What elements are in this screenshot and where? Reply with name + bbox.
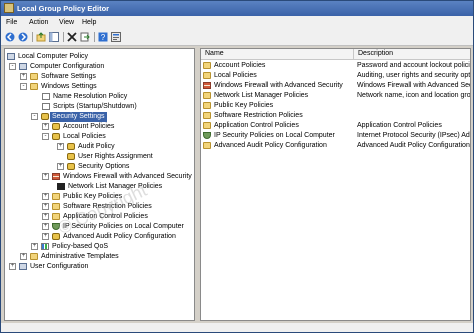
svg-text:?: ? [101, 33, 106, 42]
list-row[interactable]: Local Policies Auditing, user rights and… [201, 71, 470, 80]
details-list[interactable]: Name Description Account Policies Passwo… [200, 48, 471, 321]
ip-security-icon [52, 223, 60, 230]
properties-icon[interactable] [111, 32, 121, 42]
security-icon [41, 113, 49, 120]
collapse-icon[interactable]: - [31, 113, 38, 120]
forward-icon[interactable] [18, 32, 28, 42]
folder-icon [203, 112, 211, 119]
expand-icon[interactable]: + [42, 233, 49, 240]
network-icon [57, 183, 65, 190]
script-document-icon [42, 103, 50, 110]
expand-icon[interactable]: + [20, 73, 27, 80]
folder-icon [30, 253, 38, 260]
expand-icon[interactable]: + [57, 143, 64, 150]
help-icon[interactable]: ? [98, 32, 108, 42]
menu-file[interactable]: File [6, 19, 17, 26]
list-row[interactable]: Software Restriction Policies [201, 111, 470, 120]
up-folder-icon[interactable] [36, 32, 46, 42]
expand-icon[interactable]: + [9, 263, 16, 270]
expand-icon[interactable]: + [42, 223, 49, 230]
toolbar: ? [1, 29, 473, 46]
console-tree[interactable]: Local Computer Policy - Computer Configu… [4, 48, 195, 321]
group-policy-window: Local Group Policy Editor File Action Vi… [0, 0, 474, 333]
qos-chart-icon [41, 243, 49, 250]
export-icon[interactable] [80, 32, 90, 42]
security-icon [67, 153, 75, 160]
firewall-icon [52, 173, 60, 180]
folder-icon [203, 62, 211, 69]
column-header-name[interactable]: Name [205, 50, 224, 57]
firewall-icon [203, 82, 211, 89]
title-bar[interactable]: Local Group Policy Editor [1, 1, 473, 16]
list-row[interactable]: Windows Firewall with Advanced Security … [201, 81, 470, 90]
expand-icon[interactable]: + [42, 203, 49, 210]
folder-icon [203, 92, 211, 99]
folder-icon [30, 73, 38, 80]
menu-view[interactable]: View [59, 19, 74, 26]
security-icon [52, 123, 60, 130]
ip-security-icon [203, 132, 211, 139]
window-title: Local Group Policy Editor [17, 4, 110, 13]
collapse-icon[interactable]: - [20, 83, 27, 90]
folder-icon [52, 203, 60, 210]
collapse-icon[interactable]: - [9, 63, 16, 70]
column-header-description[interactable]: Description [358, 50, 393, 57]
expand-icon[interactable]: + [20, 253, 27, 260]
security-icon [52, 233, 60, 240]
list-row[interactable]: Advanced Audit Policy Configuration Adva… [201, 141, 470, 150]
folder-icon [52, 193, 60, 200]
security-icon [67, 143, 75, 150]
status-bar [1, 323, 473, 332]
folder-icon [203, 72, 211, 79]
collapse-icon[interactable]: - [42, 133, 49, 140]
menu-action[interactable]: Action [29, 19, 48, 26]
expand-icon[interactable]: + [42, 193, 49, 200]
folder-icon [203, 142, 211, 149]
policy-document-icon [42, 93, 50, 100]
show-hide-tree-icon[interactable] [49, 32, 59, 42]
folder-icon [203, 122, 211, 129]
expand-icon[interactable]: + [31, 243, 38, 250]
folder-icon [203, 102, 211, 109]
list-row[interactable]: Public Key Policies [201, 101, 470, 110]
folder-icon [30, 83, 38, 90]
expand-icon[interactable]: + [42, 173, 49, 180]
list-row[interactable]: Account Policies Password and account lo… [201, 61, 470, 70]
app-icon [4, 3, 14, 13]
user-icon [19, 263, 27, 270]
computer-icon [7, 53, 15, 60]
security-icon [52, 133, 60, 140]
menu-bar: File Action View Help [1, 16, 473, 29]
menu-help[interactable]: Help [82, 19, 96, 26]
back-icon[interactable] [5, 32, 15, 42]
folder-icon [52, 213, 60, 220]
list-row[interactable]: Network List Manager Policies Network na… [201, 91, 470, 100]
list-header: Name Description [201, 49, 470, 60]
list-row[interactable]: IP Security Policies on Local Computer I… [201, 131, 470, 140]
expand-icon[interactable]: + [42, 213, 49, 220]
list-row[interactable]: Application Control Policies Application… [201, 121, 470, 130]
security-icon [67, 163, 75, 170]
computer-icon [19, 63, 27, 70]
expand-icon[interactable]: + [42, 123, 49, 130]
column-divider[interactable] [353, 49, 354, 59]
expand-icon[interactable]: + [57, 163, 64, 170]
delete-icon[interactable] [67, 32, 77, 42]
